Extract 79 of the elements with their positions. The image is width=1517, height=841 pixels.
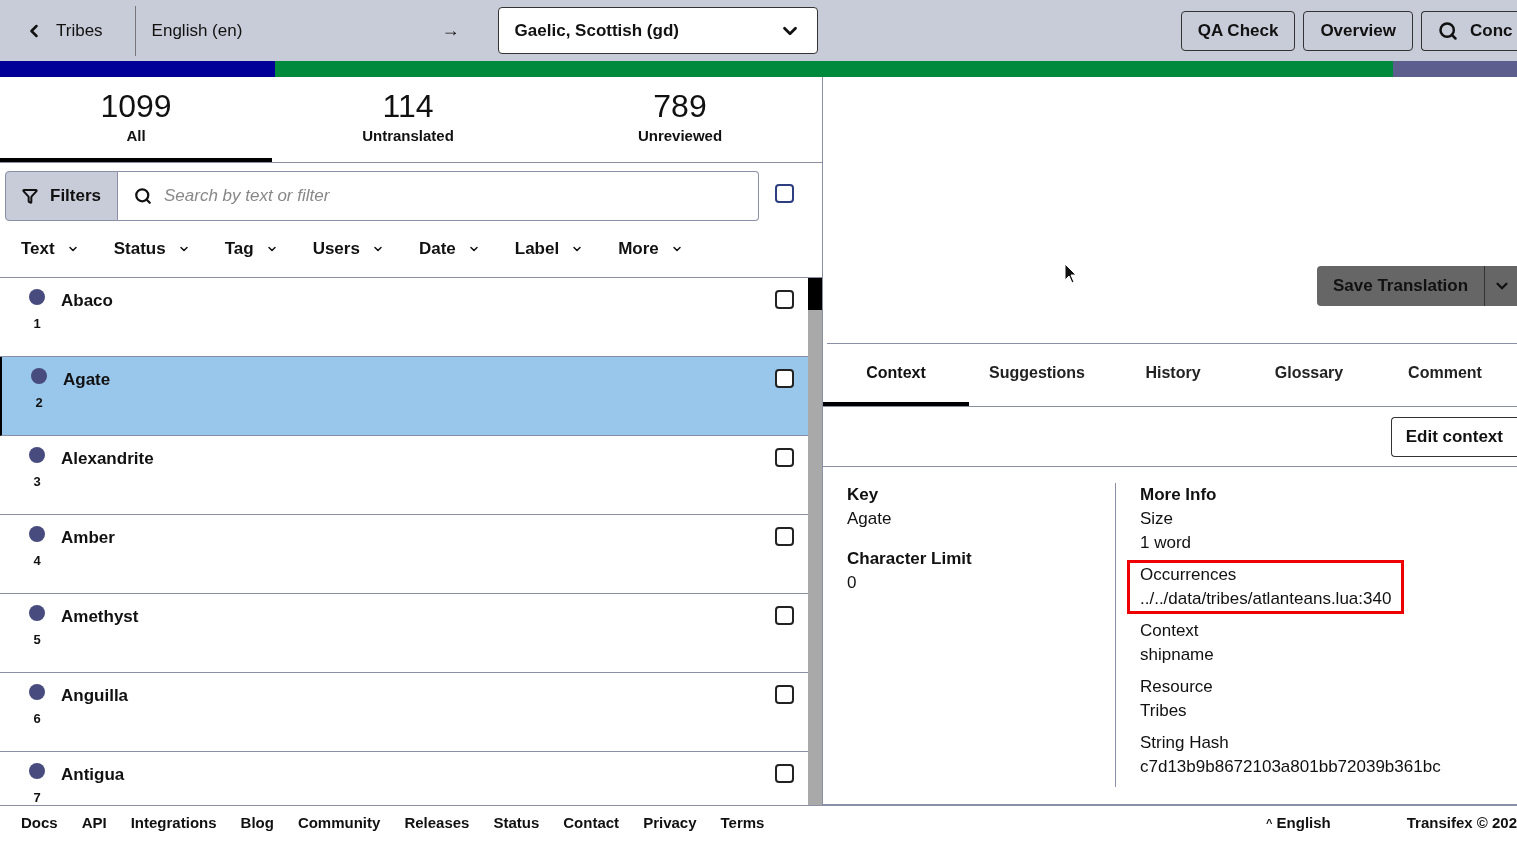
footer-link[interactable]: Contact bbox=[563, 812, 620, 835]
search-icon bbox=[134, 187, 153, 205]
string-number: 7 bbox=[33, 789, 41, 805]
edit-context-button[interactable]: Edit context bbox=[1390, 416, 1517, 457]
filter-dropdown[interactable]: Status bbox=[113, 236, 190, 262]
string-number: 6 bbox=[33, 710, 41, 728]
row-checkbox[interactable] bbox=[775, 369, 794, 388]
footer-link[interactable]: Community bbox=[297, 812, 381, 835]
info-value: shipname bbox=[1140, 644, 1214, 666]
detail-tab[interactable]: History bbox=[1105, 344, 1241, 406]
search-icon bbox=[1438, 20, 1458, 41]
info-label: Occurrences bbox=[1140, 564, 1238, 586]
filter-dropdown[interactable]: More bbox=[618, 236, 683, 262]
string-number: 1 bbox=[33, 315, 41, 333]
header-button[interactable]: Overview bbox=[1303, 10, 1413, 51]
footer-link[interactable]: Terms bbox=[720, 812, 765, 835]
info-value: Tribes bbox=[1140, 700, 1188, 722]
footer-link[interactable]: Docs bbox=[21, 812, 58, 835]
arrow-text: → bbox=[441, 19, 461, 42]
string-row[interactable]: 2 Agate bbox=[0, 357, 808, 436]
filter-dropdown[interactable]: Users bbox=[312, 236, 384, 262]
string-text: Antigua bbox=[61, 764, 125, 786]
limit-title: Character Limit bbox=[847, 548, 973, 570]
select-all-checkbox[interactable] bbox=[775, 184, 794, 203]
filter-dropdown[interactable]: Date bbox=[418, 236, 480, 262]
key-title: Key bbox=[847, 484, 880, 506]
stat-tab[interactable]: 1099 All bbox=[0, 77, 272, 162]
row-checkbox[interactable] bbox=[775, 290, 794, 309]
string-text: Amber bbox=[61, 527, 115, 549]
more-info-title: More Info bbox=[1140, 484, 1218, 506]
stat-tab[interactable]: 789 Unreviewed bbox=[544, 77, 816, 162]
string-text: Alexandrite bbox=[61, 448, 154, 470]
string-text: Abaco bbox=[61, 290, 113, 312]
stat-tab[interactable]: 114 Untranslated bbox=[272, 77, 544, 162]
filters-button[interactable]: Filters bbox=[5, 171, 119, 221]
detail-tab[interactable]: Glossary bbox=[1241, 344, 1377, 406]
copyright-text: Transifex © 202 bbox=[1406, 813, 1517, 834]
info-value: ../../data/tribes/atlanteans.lua:340 bbox=[1140, 588, 1392, 610]
back-button[interactable]: Tribes bbox=[0, 5, 136, 56]
info-label: Resource bbox=[1140, 676, 1213, 698]
filter-dropdown[interactable]: Tag bbox=[224, 236, 278, 262]
string-text: Agate bbox=[63, 369, 111, 391]
row-checkbox[interactable] bbox=[775, 685, 794, 704]
footer-link[interactable]: Privacy bbox=[643, 812, 697, 835]
row-checkbox[interactable] bbox=[775, 764, 794, 783]
footer-link[interactable]: API bbox=[81, 812, 107, 835]
concordance-button[interactable]: Conc bbox=[1421, 10, 1517, 51]
info-label: Context bbox=[1140, 620, 1200, 642]
info-label: String Hash bbox=[1140, 732, 1230, 754]
key-value: Agate bbox=[847, 508, 893, 530]
language-button[interactable]: ^ English bbox=[1266, 812, 1331, 835]
detail-tab[interactable]: Suggestions bbox=[969, 344, 1105, 406]
source-language: English (en) bbox=[151, 19, 244, 42]
string-number: 4 bbox=[33, 552, 41, 570]
string-number: 2 bbox=[35, 394, 43, 412]
string-number: 3 bbox=[33, 473, 41, 491]
info-value: c7d13b9b8672103a801bb72039b361bc bbox=[1140, 756, 1441, 778]
row-checkbox[interactable] bbox=[775, 527, 794, 546]
search-field[interactable]: Search by text or filter bbox=[118, 171, 759, 221]
row-checkbox[interactable] bbox=[775, 448, 794, 467]
info-value: 1 word bbox=[1140, 532, 1192, 554]
detail-tab[interactable]: Comment bbox=[1377, 344, 1513, 406]
header-button[interactable]: QA Check bbox=[1180, 10, 1296, 51]
filter-dropdown[interactable]: Text bbox=[21, 236, 79, 262]
filter-dropdown[interactable]: Label bbox=[514, 236, 584, 262]
string-text: Anguilla bbox=[61, 685, 129, 707]
string-number: 5 bbox=[33, 631, 41, 649]
mouse-pointer-icon bbox=[1064, 263, 1078, 285]
string-text: Amethyst bbox=[61, 606, 139, 628]
target-language-select[interactable]: Gaelic, Scottish (gd) bbox=[497, 7, 818, 54]
footer-link[interactable]: Blog bbox=[240, 812, 274, 835]
footer-link[interactable]: Status bbox=[493, 812, 540, 835]
detail-tab[interactable]: Context bbox=[823, 344, 969, 406]
footer-link[interactable]: Integrations bbox=[130, 812, 217, 835]
filter-icon bbox=[22, 188, 38, 204]
info-label: Size bbox=[1140, 508, 1175, 530]
limit-value: 0 bbox=[847, 572, 858, 594]
footer-link[interactable]: Releases bbox=[404, 812, 470, 835]
row-checkbox[interactable] bbox=[775, 606, 794, 625]
